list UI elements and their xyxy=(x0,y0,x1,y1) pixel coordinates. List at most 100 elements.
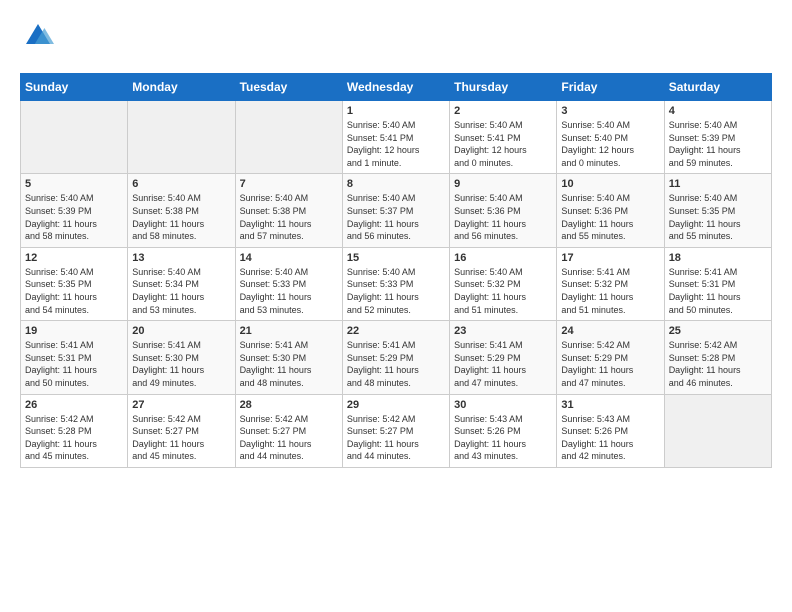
calendar-header-friday: Friday xyxy=(557,74,664,101)
calendar-cell: 16 Sunrise: 5:40 AM Sunset: 5:32 PM Dayli… xyxy=(450,247,557,320)
calendar-cell: 28 Sunrise: 5:42 AM Sunset: 5:27 PM Dayli… xyxy=(235,394,342,467)
day-number: 12 xyxy=(25,252,123,264)
calendar-cell: 14 Sunrise: 5:40 AM Sunset: 5:33 PM Dayli… xyxy=(235,247,342,320)
day-number: 1 xyxy=(347,105,445,117)
day-number: 30 xyxy=(454,399,552,411)
day-info: Sunrise: 5:40 AM Sunset: 5:33 PM Dayligh… xyxy=(240,266,338,316)
calendar-cell xyxy=(21,101,128,174)
day-info: Sunrise: 5:40 AM Sunset: 5:32 PM Dayligh… xyxy=(454,266,552,316)
calendar-cell: 11 Sunrise: 5:40 AM Sunset: 5:35 PM Dayli… xyxy=(664,174,771,247)
day-info: Sunrise: 5:41 AM Sunset: 5:31 PM Dayligh… xyxy=(669,266,767,316)
day-info: Sunrise: 5:40 AM Sunset: 5:37 PM Dayligh… xyxy=(347,192,445,242)
day-number: 2 xyxy=(454,105,552,117)
day-number: 18 xyxy=(669,252,767,264)
day-number: 24 xyxy=(561,325,659,337)
day-number: 9 xyxy=(454,178,552,190)
day-info: Sunrise: 5:41 AM Sunset: 5:29 PM Dayligh… xyxy=(454,339,552,389)
calendar-header-saturday: Saturday xyxy=(664,74,771,101)
calendar-cell xyxy=(235,101,342,174)
calendar-header-sunday: Sunday xyxy=(21,74,128,101)
day-info: Sunrise: 5:40 AM Sunset: 5:38 PM Dayligh… xyxy=(132,192,230,242)
calendar-cell: 25 Sunrise: 5:42 AM Sunset: 5:28 PM Dayli… xyxy=(664,321,771,394)
calendar-cell: 9 Sunrise: 5:40 AM Sunset: 5:36 PM Daylig… xyxy=(450,174,557,247)
calendar-cell: 5 Sunrise: 5:40 AM Sunset: 5:39 PM Daylig… xyxy=(21,174,128,247)
day-info: Sunrise: 5:42 AM Sunset: 5:29 PM Dayligh… xyxy=(561,339,659,389)
day-info: Sunrise: 5:40 AM Sunset: 5:36 PM Dayligh… xyxy=(454,192,552,242)
day-info: Sunrise: 5:41 AM Sunset: 5:30 PM Dayligh… xyxy=(240,339,338,389)
day-info: Sunrise: 5:40 AM Sunset: 5:41 PM Dayligh… xyxy=(347,119,445,169)
day-number: 28 xyxy=(240,399,338,411)
calendar-header-thursday: Thursday xyxy=(450,74,557,101)
day-info: Sunrise: 5:43 AM Sunset: 5:26 PM Dayligh… xyxy=(454,413,552,463)
day-number: 16 xyxy=(454,252,552,264)
calendar-header-row: SundayMondayTuesdayWednesdayThursdayFrid… xyxy=(21,74,772,101)
calendar-week-row: 26 Sunrise: 5:42 AM Sunset: 5:28 PM Dayli… xyxy=(21,394,772,467)
day-number: 26 xyxy=(25,399,123,411)
day-number: 6 xyxy=(132,178,230,190)
day-info: Sunrise: 5:40 AM Sunset: 5:40 PM Dayligh… xyxy=(561,119,659,169)
calendar-cell: 17 Sunrise: 5:41 AM Sunset: 5:32 PM Dayli… xyxy=(557,247,664,320)
day-info: Sunrise: 5:40 AM Sunset: 5:38 PM Dayligh… xyxy=(240,192,338,242)
day-number: 25 xyxy=(669,325,767,337)
calendar-cell: 3 Sunrise: 5:40 AM Sunset: 5:40 PM Daylig… xyxy=(557,101,664,174)
day-number: 17 xyxy=(561,252,659,264)
day-info: Sunrise: 5:43 AM Sunset: 5:26 PM Dayligh… xyxy=(561,413,659,463)
day-info: Sunrise: 5:41 AM Sunset: 5:29 PM Dayligh… xyxy=(347,339,445,389)
calendar-cell: 8 Sunrise: 5:40 AM Sunset: 5:37 PM Daylig… xyxy=(342,174,449,247)
calendar-cell: 18 Sunrise: 5:41 AM Sunset: 5:31 PM Dayli… xyxy=(664,247,771,320)
day-info: Sunrise: 5:41 AM Sunset: 5:30 PM Dayligh… xyxy=(132,339,230,389)
calendar-week-row: 1 Sunrise: 5:40 AM Sunset: 5:41 PM Daylig… xyxy=(21,101,772,174)
day-number: 3 xyxy=(561,105,659,117)
calendar-cell: 30 Sunrise: 5:43 AM Sunset: 5:26 PM Dayli… xyxy=(450,394,557,467)
calendar-cell: 20Sunrise: 5:41 AM Sunset: 5:30 PM Dayli… xyxy=(128,321,235,394)
day-number: 5 xyxy=(25,178,123,190)
calendar-cell: 10 Sunrise: 5:40 AM Sunset: 5:36 PM Dayli… xyxy=(557,174,664,247)
day-info: Sunrise: 5:41 AM Sunset: 5:32 PM Dayligh… xyxy=(561,266,659,316)
day-info: Sunrise: 5:40 AM Sunset: 5:35 PM Dayligh… xyxy=(669,192,767,242)
day-number: 11 xyxy=(669,178,767,190)
calendar-cell: 23 Sunrise: 5:41 AM Sunset: 5:29 PM Dayli… xyxy=(450,321,557,394)
calendar-cell xyxy=(128,101,235,174)
day-number: 7 xyxy=(240,178,338,190)
day-info: Sunrise: 5:40 AM Sunset: 5:35 PM Dayligh… xyxy=(25,266,123,316)
calendar-cell: 24 Sunrise: 5:42 AM Sunset: 5:29 PM Dayli… xyxy=(557,321,664,394)
calendar-cell: 7 Sunrise: 5:40 AM Sunset: 5:38 PM Daylig… xyxy=(235,174,342,247)
calendar-cell: 26 Sunrise: 5:42 AM Sunset: 5:28 PM Dayli… xyxy=(21,394,128,467)
day-info: Sunrise: 5:42 AM Sunset: 5:27 PM Dayligh… xyxy=(347,413,445,463)
day-info: Sunrise: 5:40 AM Sunset: 5:33 PM Dayligh… xyxy=(347,266,445,316)
day-info: Sunrise: 5:40 AM Sunset: 5:34 PM Dayligh… xyxy=(132,266,230,316)
day-number: 8 xyxy=(347,178,445,190)
logo-icon xyxy=(22,20,54,52)
day-number: 10 xyxy=(561,178,659,190)
calendar-cell: 4 Sunrise: 5:40 AM Sunset: 5:39 PM Daylig… xyxy=(664,101,771,174)
calendar-cell: 22Sunrise: 5:41 AM Sunset: 5:29 PM Dayli… xyxy=(342,321,449,394)
day-number: 14 xyxy=(240,252,338,264)
calendar-cell: 19Sunrise: 5:41 AM Sunset: 5:31 PM Dayli… xyxy=(21,321,128,394)
day-info: Sunrise: 5:42 AM Sunset: 5:27 PM Dayligh… xyxy=(132,413,230,463)
calendar-week-row: 5 Sunrise: 5:40 AM Sunset: 5:39 PM Daylig… xyxy=(21,174,772,247)
calendar-header-monday: Monday xyxy=(128,74,235,101)
day-number: 13 xyxy=(132,252,230,264)
day-number: 4 xyxy=(669,105,767,117)
day-info: Sunrise: 5:40 AM Sunset: 5:39 PM Dayligh… xyxy=(25,192,123,242)
day-info: Sunrise: 5:40 AM Sunset: 5:41 PM Dayligh… xyxy=(454,119,552,169)
calendar-cell: 29Sunrise: 5:42 AM Sunset: 5:27 PM Dayli… xyxy=(342,394,449,467)
day-info: Sunrise: 5:42 AM Sunset: 5:28 PM Dayligh… xyxy=(669,339,767,389)
day-info: Sunrise: 5:40 AM Sunset: 5:36 PM Dayligh… xyxy=(561,192,659,242)
day-info: Sunrise: 5:40 AM Sunset: 5:39 PM Dayligh… xyxy=(669,119,767,169)
calendar-cell: 21 Sunrise: 5:41 AM Sunset: 5:30 PM Dayli… xyxy=(235,321,342,394)
day-info: Sunrise: 5:42 AM Sunset: 5:27 PM Dayligh… xyxy=(240,413,338,463)
day-info: Sunrise: 5:42 AM Sunset: 5:28 PM Dayligh… xyxy=(25,413,123,463)
logo xyxy=(20,20,54,57)
calendar-header-tuesday: Tuesday xyxy=(235,74,342,101)
day-number: 19 xyxy=(25,325,123,337)
calendar-cell: 1 Sunrise: 5:40 AM Sunset: 5:41 PM Daylig… xyxy=(342,101,449,174)
day-number: 23 xyxy=(454,325,552,337)
page-header xyxy=(20,20,772,57)
calendar-cell xyxy=(664,394,771,467)
calendar-week-row: 19Sunrise: 5:41 AM Sunset: 5:31 PM Dayli… xyxy=(21,321,772,394)
day-number: 21 xyxy=(240,325,338,337)
calendar-cell: 12 Sunrise: 5:40 AM Sunset: 5:35 PM Dayli… xyxy=(21,247,128,320)
day-number: 31 xyxy=(561,399,659,411)
calendar-cell: 2 Sunrise: 5:40 AM Sunset: 5:41 PM Daylig… xyxy=(450,101,557,174)
